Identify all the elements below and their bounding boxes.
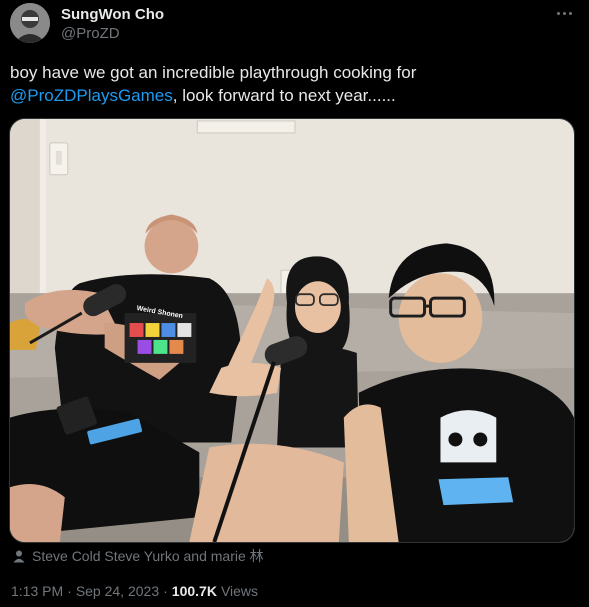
more-dots-icon[interactable] <box>553 6 575 20</box>
author-handle[interactable]: @ProZD <box>61 25 120 42</box>
views-count: 100.7K <box>171 583 217 599</box>
tweet-time[interactable]: 1:13 PM <box>11 583 63 599</box>
author-name[interactable]: SungWon Cho <box>61 6 164 23</box>
meta-separator: · <box>67 583 72 599</box>
tweet-meta: 1:13 PM · Sep 24, 2023 · 100.7K Views <box>11 583 258 599</box>
more-dot <box>568 11 572 15</box>
tweet-photo[interactable]: Weird Shonen <box>9 118 575 543</box>
tweet-text-after: , look forward to next year...... <box>172 86 396 105</box>
tweet-text-before: boy have we got an incredible playthroug… <box>10 63 417 82</box>
avatar-image <box>10 3 50 43</box>
views-label: Views <box>220 583 259 599</box>
author-avatar[interactable] <box>10 3 50 43</box>
more-dot <box>562 11 566 15</box>
photo-illustration: Weird Shonen <box>10 119 574 542</box>
tweet-date[interactable]: Sep 24, 2023 <box>76 583 159 599</box>
tagged-users-text: Steve Cold Steve Yurko and marie 林 <box>32 548 264 564</box>
tweet-text: boy have we got an incredible playthroug… <box>10 61 570 107</box>
more-dot <box>556 11 560 15</box>
tagged-users[interactable]: Steve Cold Steve Yurko and marie 林 <box>12 547 264 565</box>
tweet-mention-link[interactable]: @ProZDPlaysGames <box>10 86 173 105</box>
person-tag-icon <box>13 550 25 563</box>
meta-separator: · <box>163 583 168 599</box>
